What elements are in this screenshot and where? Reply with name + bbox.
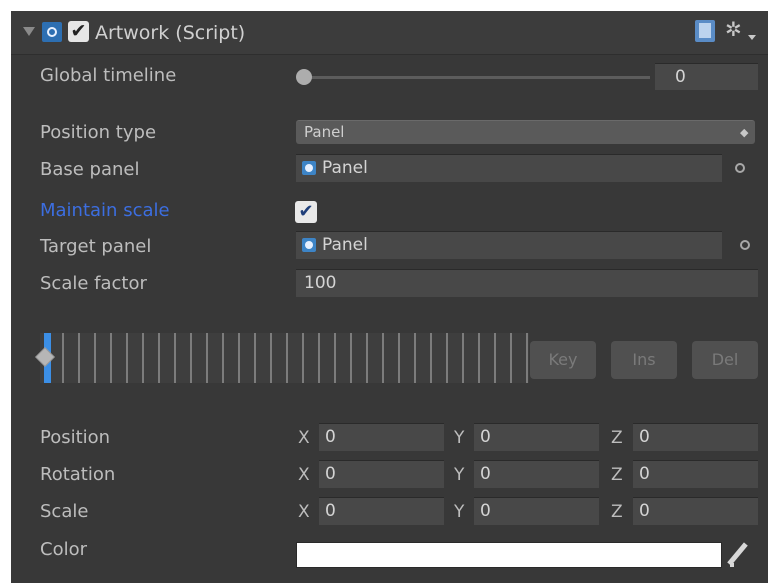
timeline-tick bbox=[190, 333, 192, 383]
panel-object-icon bbox=[302, 238, 316, 252]
timeline-tick bbox=[526, 333, 528, 383]
color-swatch-field[interactable] bbox=[296, 542, 722, 568]
ins-button[interactable]: Ins bbox=[611, 341, 677, 379]
timeline-tick bbox=[254, 333, 256, 383]
scale-label: Scale bbox=[40, 501, 89, 522]
key-button[interactable]: Key bbox=[530, 341, 596, 379]
scale-factor-field[interactable]: 100 bbox=[296, 269, 758, 297]
rotation-y-axis-label: Y bbox=[454, 465, 465, 485]
global-timeline-slider-knob[interactable] bbox=[296, 69, 312, 85]
target-panel-picker-icon[interactable] bbox=[740, 240, 750, 250]
collapse-triangle-icon[interactable] bbox=[23, 27, 35, 36]
color-label: Color bbox=[40, 539, 87, 560]
maintain-scale-label: Maintain scale bbox=[40, 200, 170, 221]
position-type-dropdown[interactable]: Panel bbox=[296, 120, 755, 144]
scale-x-axis-label: X bbox=[298, 502, 310, 522]
scale-factor-label: Scale factor bbox=[40, 273, 147, 294]
global-timeline-value-field[interactable]: 0 bbox=[655, 63, 758, 90]
timeline-tick bbox=[318, 333, 320, 383]
rotation-y-field[interactable]: 0 bbox=[474, 460, 599, 488]
base-panel-object-field[interactable]: Panel bbox=[296, 154, 722, 182]
target-panel-label: Target panel bbox=[40, 236, 152, 257]
rotation-z-axis-label: Z bbox=[611, 465, 623, 485]
timeline-tick bbox=[142, 333, 144, 383]
rotation-label: Rotation bbox=[40, 464, 116, 485]
timeline-tick bbox=[126, 333, 128, 383]
target-panel-object-field[interactable]: Panel bbox=[296, 231, 722, 259]
global-timeline-slider[interactable] bbox=[300, 76, 650, 79]
timeline-tick bbox=[78, 333, 80, 383]
timeline-tick bbox=[238, 333, 240, 383]
scale-z-field[interactable]: 0 bbox=[633, 497, 758, 525]
timeline-tick bbox=[382, 333, 384, 383]
keyframe-track[interactable] bbox=[40, 333, 529, 383]
timeline-tick bbox=[446, 333, 448, 383]
timeline-tick bbox=[478, 333, 480, 383]
position-z-field[interactable]: 0 bbox=[633, 423, 758, 451]
component-enabled-checkbox[interactable]: ✔ bbox=[68, 21, 89, 42]
scale-y-axis-label: Y bbox=[454, 502, 465, 522]
position-y-axis-label: Y bbox=[454, 428, 465, 448]
scale-z-axis-label: Z bbox=[611, 502, 623, 522]
scale-x-field[interactable]: 0 bbox=[319, 497, 444, 525]
script-component-icon bbox=[42, 22, 62, 42]
artwork-inspector-panel: ✔ Artwork (Script) ✲ Global timeline 0 P… bbox=[11, 11, 768, 583]
rotation-x-axis-label: X bbox=[298, 465, 310, 485]
position-label: Position bbox=[40, 427, 111, 448]
timeline-tick bbox=[510, 333, 512, 383]
component-header: ✔ Artwork (Script) ✲ bbox=[11, 11, 768, 55]
scale-y-field[interactable]: 0 bbox=[474, 497, 599, 525]
base-panel-picker-icon[interactable] bbox=[735, 163, 745, 173]
target-panel-value: Panel bbox=[322, 235, 368, 255]
gear-icon[interactable]: ✲ bbox=[725, 17, 742, 41]
eyedropper-tip-icon bbox=[730, 563, 734, 567]
timeline-tick bbox=[110, 333, 112, 383]
timeline-tick bbox=[334, 333, 336, 383]
position-type-label: Position type bbox=[40, 122, 157, 143]
rotation-x-field[interactable]: 0 bbox=[319, 460, 444, 488]
position-x-field[interactable]: 0 bbox=[319, 423, 444, 451]
del-button[interactable]: Del bbox=[692, 341, 758, 379]
base-panel-label: Base panel bbox=[40, 159, 140, 180]
global-timeline-label: Global timeline bbox=[40, 65, 177, 86]
base-panel-value: Panel bbox=[322, 158, 368, 178]
maintain-scale-checkbox[interactable]: ✔ bbox=[295, 201, 317, 223]
timeline-tick bbox=[494, 333, 496, 383]
position-z-axis-label: Z bbox=[611, 428, 623, 448]
rotation-z-field[interactable]: 0 bbox=[633, 460, 758, 488]
position-x-axis-label: X bbox=[298, 428, 310, 448]
panel-object-icon bbox=[302, 161, 316, 175]
timeline-tick bbox=[270, 333, 272, 383]
timeline-tick bbox=[158, 333, 160, 383]
dropdown-arrows-icon: ◆ bbox=[740, 126, 749, 139]
component-title: Artwork (Script) bbox=[95, 22, 246, 44]
position-y-field[interactable]: 0 bbox=[474, 423, 599, 451]
timeline-tick bbox=[62, 333, 64, 383]
timeline-tick bbox=[350, 333, 352, 383]
timeline-tick bbox=[206, 333, 208, 383]
timeline-tick bbox=[286, 333, 288, 383]
timeline-tick bbox=[302, 333, 304, 383]
timeline-tick bbox=[222, 333, 224, 383]
timeline-tick bbox=[366, 333, 368, 383]
timeline-tick bbox=[462, 333, 464, 383]
timeline-tick bbox=[174, 333, 176, 383]
timeline-tick bbox=[398, 333, 400, 383]
timeline-tick bbox=[414, 333, 416, 383]
timeline-tick bbox=[430, 333, 432, 383]
timeline-tick bbox=[94, 333, 96, 383]
help-book-icon[interactable] bbox=[695, 20, 715, 42]
gear-dropdown-arrow-icon[interactable] bbox=[748, 35, 756, 40]
